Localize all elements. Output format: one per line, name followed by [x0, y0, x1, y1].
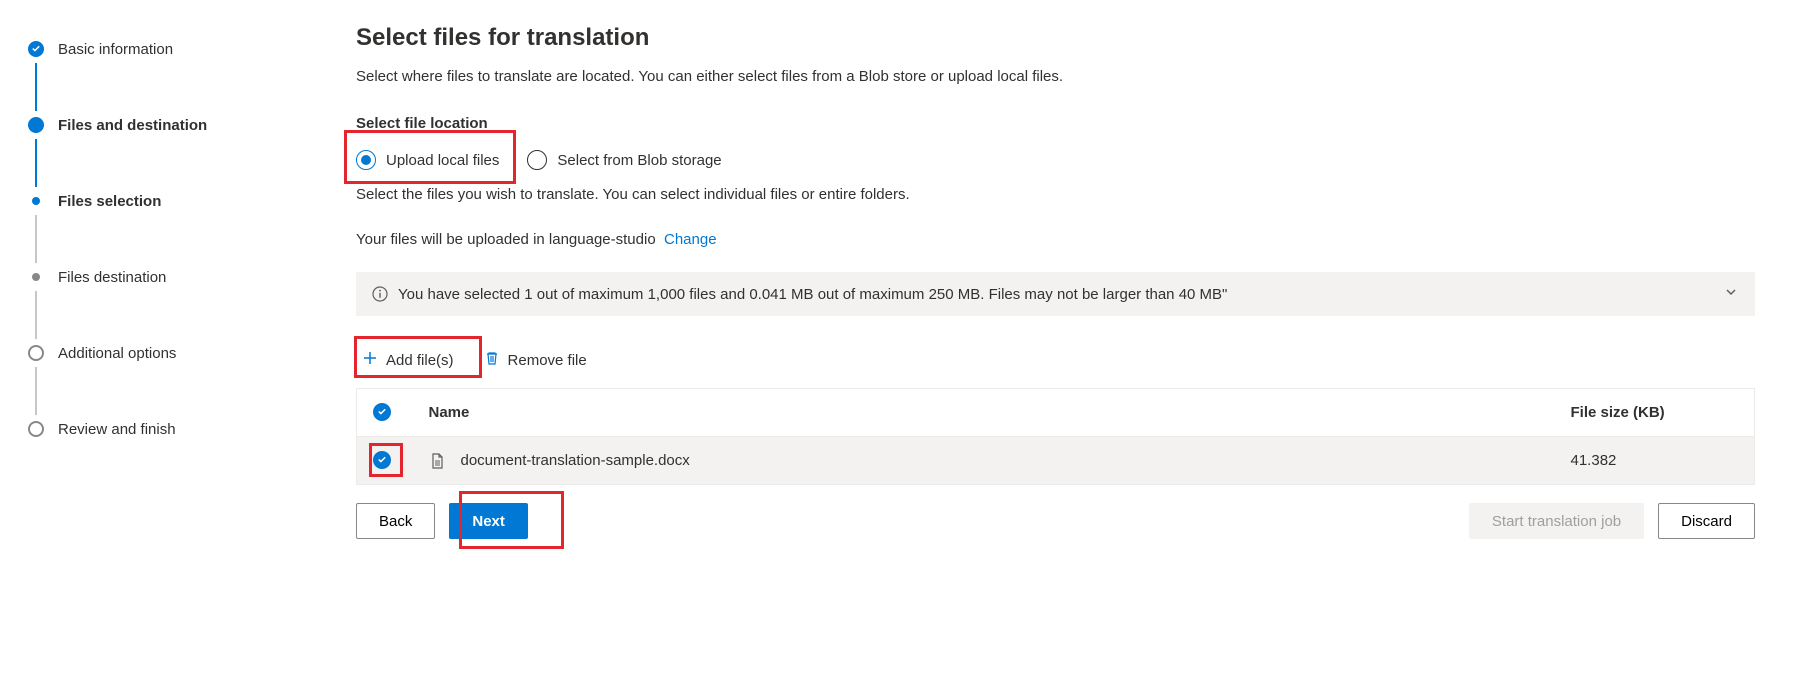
step-files-and-destination[interactable]: Files and destination [28, 111, 284, 139]
step-connector [35, 215, 37, 263]
dot-filled-icon [28, 117, 44, 133]
plus-icon [362, 350, 378, 370]
step-connector [35, 367, 37, 415]
start-translation-button: Start translation job [1469, 503, 1644, 539]
dot-small-icon [32, 273, 40, 281]
check-circle-icon [373, 403, 391, 421]
page-title: Select files for translation [356, 24, 1755, 52]
file-name: document-translation-sample.docx [461, 452, 690, 469]
add-files-label: Add file(s) [386, 352, 454, 369]
select-files-description: Select the files you wish to translate. … [356, 186, 1755, 203]
next-button[interactable]: Next [449, 503, 528, 539]
upload-destination-line: Your files will be uploaded in language-… [356, 231, 1755, 248]
chevron-down-icon[interactable] [1723, 284, 1739, 304]
table-row[interactable]: document-translation-sample.docx 41.382 [357, 437, 1755, 485]
step-label: Additional options [58, 345, 176, 362]
wizard-stepper: Basic information Files and destination … [0, 0, 300, 694]
circle-outline-icon [28, 345, 44, 361]
upload-destination-prefix: Your files will be uploaded in language-… [356, 231, 656, 248]
page-subtitle: Select where files to translate are loca… [356, 68, 1755, 85]
info-message-bar[interactable]: You have selected 1 out of maximum 1,000… [356, 272, 1755, 316]
radio-unselected-icon [527, 150, 547, 170]
document-icon [429, 453, 445, 469]
trash-icon [484, 350, 500, 370]
step-additional-options[interactable]: Additional options [28, 339, 284, 367]
column-header-name[interactable]: Name [413, 389, 1555, 437]
remove-file-label: Remove file [508, 352, 587, 369]
step-label: Basic information [58, 41, 173, 58]
radio-selected-icon [356, 150, 376, 170]
radio-label: Upload local files [386, 152, 499, 169]
circle-outline-icon [28, 421, 44, 437]
check-circle-icon[interactable] [373, 451, 391, 469]
info-icon [372, 286, 388, 302]
step-basic-information[interactable]: Basic information [28, 35, 284, 63]
column-header-size[interactable]: File size (KB) [1555, 389, 1755, 437]
step-label: Review and finish [58, 421, 176, 438]
step-label: Files selection [58, 193, 161, 210]
radio-upload-local[interactable]: Upload local files [356, 150, 499, 170]
section-label-file-location: Select file location [356, 115, 1755, 132]
step-files-selection[interactable]: Files selection [28, 187, 284, 215]
back-button[interactable]: Back [356, 503, 435, 539]
step-connector [35, 139, 37, 187]
file-size: 41.382 [1555, 437, 1755, 485]
wizard-footer: Back Next Start translation job Discard [356, 503, 1755, 539]
column-header-select-all[interactable] [357, 389, 413, 437]
discard-button[interactable]: Discard [1658, 503, 1755, 539]
file-location-radio-group: Upload local files Select from Blob stor… [356, 150, 1755, 170]
step-review-and-finish[interactable]: Review and finish [28, 415, 284, 443]
radio-label: Select from Blob storage [557, 152, 721, 169]
check-circle-icon [28, 41, 44, 57]
step-connector [35, 63, 37, 111]
add-files-button[interactable]: Add file(s) [356, 346, 460, 374]
step-label: Files and destination [58, 117, 207, 134]
info-message-text: You have selected 1 out of maximum 1,000… [398, 286, 1227, 303]
file-toolbar: Add file(s) Remove file [356, 346, 1755, 374]
files-table: Name File size (KB) document- [356, 388, 1755, 485]
remove-file-button[interactable]: Remove file [478, 346, 593, 374]
radio-blob-storage[interactable]: Select from Blob storage [527, 150, 721, 170]
change-link[interactable]: Change [664, 231, 717, 248]
main-panel: Select files for translation Select wher… [300, 0, 1795, 694]
step-connector [35, 291, 37, 339]
dot-small-icon [32, 197, 40, 205]
step-label: Files destination [58, 269, 166, 286]
step-files-destination[interactable]: Files destination [28, 263, 284, 291]
